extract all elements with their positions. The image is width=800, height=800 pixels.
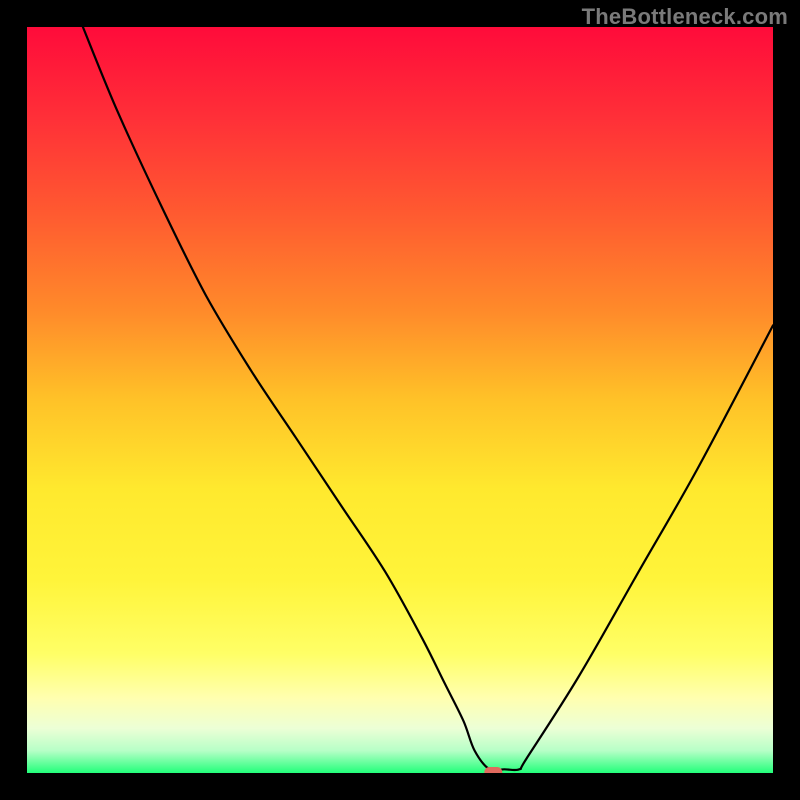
plot-area	[27, 27, 773, 773]
chart-frame: TheBottleneck.com	[0, 0, 800, 800]
watermark-text: TheBottleneck.com	[582, 4, 788, 30]
optimal-point-marker	[484, 767, 502, 773]
plot-svg	[27, 27, 773, 773]
gradient-background	[27, 27, 773, 773]
